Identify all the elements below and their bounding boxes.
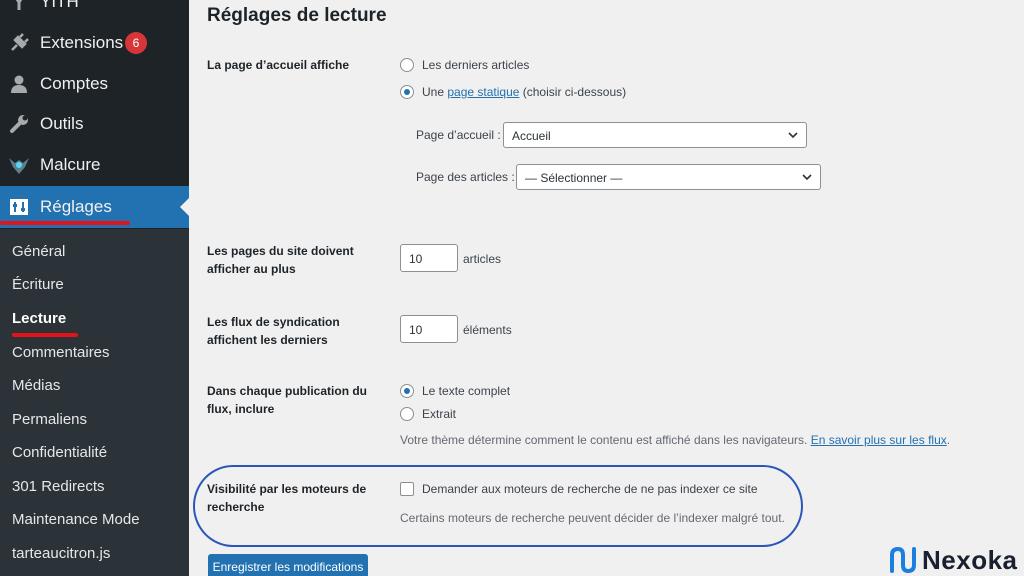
annotation-ellipse [193, 465, 803, 547]
radio-full-text-label[interactable]: Le texte complet [422, 384, 510, 398]
users-icon [11, 75, 27, 93]
update-count-badge: 6 [125, 32, 147, 54]
radio-full-text[interactable] [400, 384, 414, 398]
posts-page-value: — Sélectionner — [525, 171, 623, 185]
posts-per-page-label: Les pages du site doivent afficher au pl… [207, 244, 354, 276]
menu-label: Comptes [40, 74, 109, 93]
feed-items-label: Les flux de syndication affichent les de… [207, 315, 340, 347]
menu-label: Malcure [40, 155, 101, 174]
menu-item-malcure[interactable]: Malcure [0, 145, 189, 185]
submenu-item-general[interactable]: Général [12, 243, 65, 260]
settings-content: Réglages de lecture La page d’accueil af… [189, 0, 1024, 576]
feed-content-label: Dans chaque publication du flux, inclure [207, 384, 368, 416]
submenu-item-tarteaucitron[interactable]: tarteaucitron.js [12, 545, 110, 562]
menu-item-comptes[interactable]: Comptes [0, 64, 189, 104]
front-page-value: Accueil [512, 129, 551, 143]
homepage-label: La page d’accueil affiche [207, 58, 350, 72]
wrench-icon [10, 115, 28, 133]
chevron-down-icon [802, 174, 812, 181]
logo-text: Nexoka [922, 544, 1018, 575]
submenu-item-ecriture[interactable]: Écriture [12, 276, 64, 293]
active-menu-arrow [180, 198, 189, 216]
static-page-link[interactable]: page statique [447, 85, 519, 99]
front-page-select[interactable]: Accueil [503, 122, 807, 148]
malcure-icon [9, 158, 29, 174]
admin-sidebar: YITH Extensions 6 Comptes Outils Malcure… [0, 0, 189, 576]
feed-items-input[interactable]: 10 [400, 315, 458, 343]
radio-latest-posts[interactable] [400, 58, 414, 72]
page-title: Réglages de lecture [207, 5, 387, 26]
settings-submenu: Général Écriture Lecture Commentaires Mé… [0, 229, 189, 576]
radio-excerpt-label[interactable]: Extrait [422, 407, 456, 421]
brand-logo: Nexoka [888, 544, 1018, 576]
posts-page-select[interactable]: — Sélectionner — [516, 164, 821, 190]
submenu-item-lecture[interactable]: Lecture [12, 310, 66, 327]
submenu-item-commentaires[interactable]: Commentaires [12, 344, 110, 361]
feed-items-unit: éléments [463, 323, 512, 337]
save-changes-button[interactable]: Enregistrer les modifications [208, 554, 368, 576]
menu-label: YITH [40, 0, 79, 11]
posts-per-page-input[interactable]: 10 [400, 244, 458, 272]
radio-static-page-label[interactable]: Une page statique (choisir ci-dessous) [422, 85, 626, 99]
chevron-down-icon [788, 132, 798, 139]
radio-static-page[interactable] [400, 85, 414, 99]
submenu-item-confidentialite[interactable]: Confidentialité [12, 444, 107, 461]
yith-icon [15, 0, 23, 10]
radio-latest-posts-label[interactable]: Les derniers articles [422, 58, 529, 72]
posts-page-label: Page des articles : [416, 170, 515, 184]
plugin-icon [11, 33, 29, 51]
menu-item-outils[interactable]: Outils [0, 104, 189, 144]
posts-per-page-unit: articles [463, 252, 502, 266]
submenu-item-maintenance-mode[interactable]: Maintenance Mode [12, 511, 140, 528]
submenu-item-medias[interactable]: Médias [12, 377, 60, 394]
front-page-label: Page d’accueil : [416, 128, 501, 142]
settings-icon [10, 199, 28, 215]
radio-excerpt[interactable] [400, 407, 414, 421]
nexoka-logo-icon [890, 546, 916, 574]
menu-label: Réglages [40, 197, 112, 216]
menu-item-extensions[interactable]: Extensions 6 [0, 23, 189, 63]
annotation-underline [12, 333, 78, 337]
menu-label: Extensions [40, 33, 124, 52]
annotation-underline [0, 221, 130, 225]
submenu-item-permaliens[interactable]: Permaliens [12, 411, 87, 428]
feed-description: Votre thème détermine comment le contenu… [400, 433, 951, 447]
submenu-item-301-redirects[interactable]: 301 Redirects [12, 478, 105, 495]
feeds-help-link[interactable]: En savoir plus sur les flux [811, 433, 947, 447]
menu-item-yith[interactable]: YITH [0, 0, 189, 22]
menu-label: Outils [40, 114, 84, 133]
